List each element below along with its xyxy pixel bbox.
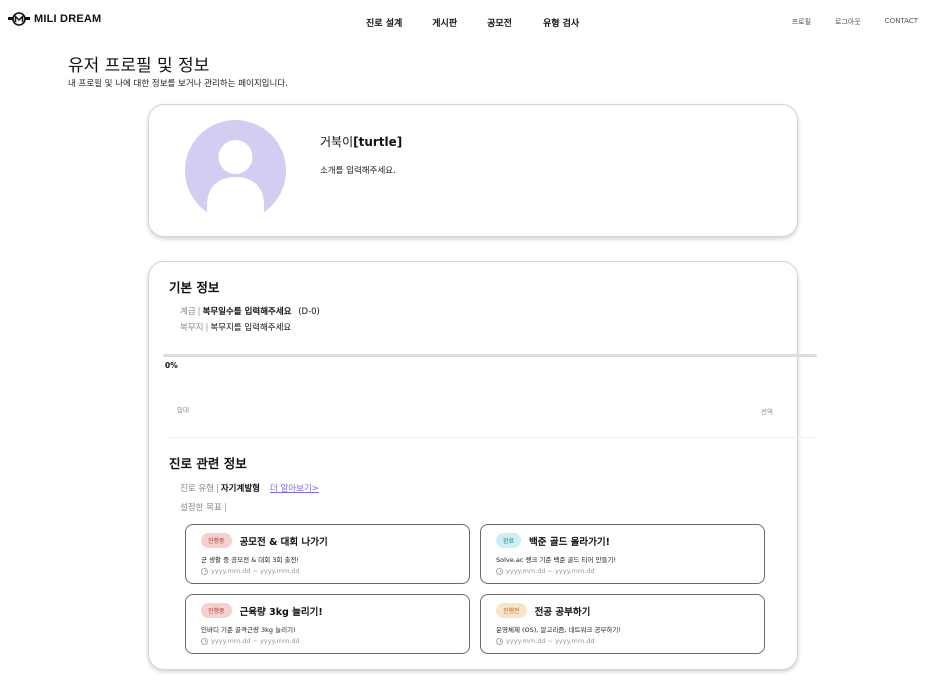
goal-date: yyyy.mm.dd ~ yyyy.mm.dd — [201, 567, 300, 575]
user-silhouette-icon — [207, 140, 264, 221]
goal-header: 진행전 전공 공부하기 — [496, 603, 590, 618]
goal-title: 백준 골드 올라가기! — [529, 536, 610, 548]
career-type-label: 진로 유형 — [180, 484, 214, 494]
logo[interactable]: MILI DREAM — [8, 12, 101, 26]
goal-card[interactable]: 진행중 공모전 & 대회 나가기 군 생활 중 공모전 & 대회 3회 출전! … — [185, 524, 470, 584]
dday: (D-0) — [298, 307, 320, 317]
status-badge: 진행전 — [496, 603, 527, 618]
clock-icon — [201, 567, 208, 575]
goal-description: 운영체제 (OS), 알고리즘, 네트워크 공부하기! — [496, 626, 621, 634]
goal-card[interactable]: 진행중 근육량 3kg 늘리기! 인바디 기준 골격근량 3kg 늘리기! yy… — [185, 594, 470, 654]
goal-description: 군 생활 중 공모전 & 대회 3회 출전! — [201, 556, 300, 564]
rank-row: 계급 | 복무일수를 입력해주세요 (D-0) — [180, 305, 320, 317]
separator: | — [205, 323, 209, 333]
unit-value[interactable]: 복무지를 입력해주세요 — [210, 323, 291, 333]
logo-icon — [8, 12, 30, 26]
career-type-row: 진로 유형 | 자기계발형 더 알아보기> — [180, 482, 319, 494]
info-card: 기본 정보 계급 | 복무일수를 입력해주세요 (D-0) 복무지 | 복무지를 입력해… — [148, 261, 817, 670]
profile-link[interactable]: 프로필 — [792, 17, 811, 27]
goal-title: 공모전 & 대회 나가기 — [239, 536, 328, 548]
rank-value[interactable]: 복무일수를 입력해주세요 — [203, 307, 292, 317]
goal-row: 설정한 목표 | — [180, 501, 229, 513]
separator: | — [223, 503, 227, 513]
clock-icon — [201, 637, 208, 645]
logo-text: MILI DREAM — [34, 13, 102, 25]
goal-date: yyyy.mm.dd ~ yyyy.mm.dd — [496, 637, 595, 645]
goal-date-text: yyyy.mm.dd ~ yyyy.mm.dd — [211, 567, 300, 575]
learn-more-link[interactable]: 더 알아보기> — [270, 484, 319, 494]
util-nav: 프로필 로그아웃 CONTACT — [792, 17, 918, 27]
rank-label: 계급 — [180, 307, 196, 317]
unit-label: 복무지 — [180, 323, 204, 333]
unit-row: 복무지 | 복무지를 입력해주세요 — [180, 321, 291, 333]
career-info-title: 진로 관련 정보 — [169, 456, 247, 471]
goal-card[interactable]: 완료 백준 골드 올라가기! Solve.ac 랭크 기준 백준 골드 티어 만… — [480, 524, 765, 584]
goal-header: 완료 백준 골드 올라가기! — [496, 533, 610, 548]
main-nav: 진로 설계 게시판 공모전 유형 검사 — [366, 16, 579, 29]
goal-date-text: yyyy.mm.dd ~ yyyy.mm.dd — [211, 637, 300, 645]
goal-date: yyyy.mm.dd ~ yyyy.mm.dd — [201, 637, 300, 645]
profile-card: 거북이[turtle] 소개를 입력해주세요. — [148, 104, 798, 237]
profile-intro[interactable]: 소개를 입력해주세요. — [320, 164, 396, 176]
clock-icon — [496, 637, 503, 645]
goal-header: 진행중 근육량 3kg 늘리기! — [201, 603, 323, 618]
nav-type-test[interactable]: 유형 검사 — [543, 16, 579, 29]
nav-career-design[interactable]: 진로 설계 — [366, 16, 402, 29]
page-title: 유저 프로필 및 정보 — [68, 56, 210, 76]
status-badge: 완료 — [496, 533, 522, 548]
logout-link[interactable]: 로그아웃 — [835, 17, 861, 27]
section-divider — [169, 437, 817, 438]
goal-header: 진행중 공모전 & 대회 나가기 — [201, 533, 328, 548]
profile-name: 거북이[turtle] — [320, 133, 402, 150]
discharge-label: 전역 — [761, 408, 773, 416]
goal-title: 근육량 3kg 늘리기! — [239, 606, 323, 618]
status-badge: 진행중 — [201, 603, 232, 618]
avatar[interactable] — [185, 120, 286, 221]
goal-date: yyyy.mm.dd ~ yyyy.mm.dd — [496, 567, 595, 575]
goal-title: 전공 공부하기 — [534, 606, 591, 618]
profile-username: [turtle] — [353, 135, 403, 149]
goal-date-text: yyyy.mm.dd ~ yyyy.mm.dd — [506, 567, 595, 575]
service-progress-bar — [163, 354, 817, 357]
nav-contest[interactable]: 공모전 — [487, 16, 512, 29]
goal-description: 인바디 기준 골격근량 3kg 늘리기! — [201, 626, 296, 634]
goal-card[interactable]: 진행전 전공 공부하기 운영체제 (OS), 알고리즘, 네트워크 공부하기! … — [480, 594, 765, 654]
separator: | — [197, 307, 201, 317]
goal-description: Solve.ac 랭크 기준 백준 골드 티어 만들기! — [496, 556, 617, 564]
career-type-value: 자기계발형 — [220, 484, 260, 494]
nav-board[interactable]: 게시판 — [432, 16, 457, 29]
service-progress-text: 0% — [165, 361, 178, 370]
separator: | — [215, 484, 219, 494]
goal-date-text: yyyy.mm.dd ~ yyyy.mm.dd — [506, 637, 595, 645]
top-header: MILI DREAM 진로 설계 게시판 공모전 유형 검사 프로필 로그아웃 … — [0, 0, 946, 44]
contact-link[interactable]: CONTACT — [885, 17, 918, 27]
goal-label: 설정한 목표 — [180, 503, 222, 513]
basic-info-title: 기본 정보 — [169, 280, 220, 295]
status-badge: 진행중 — [201, 533, 232, 548]
page-subtitle: 내 프로필 및 나에 대한 정보를 보거나 관리하는 페이지입니다. — [68, 79, 288, 89]
enlist-label: 입대 — [177, 406, 189, 414]
profile-nickname: 거북이 — [320, 135, 354, 149]
clock-icon — [496, 567, 503, 575]
